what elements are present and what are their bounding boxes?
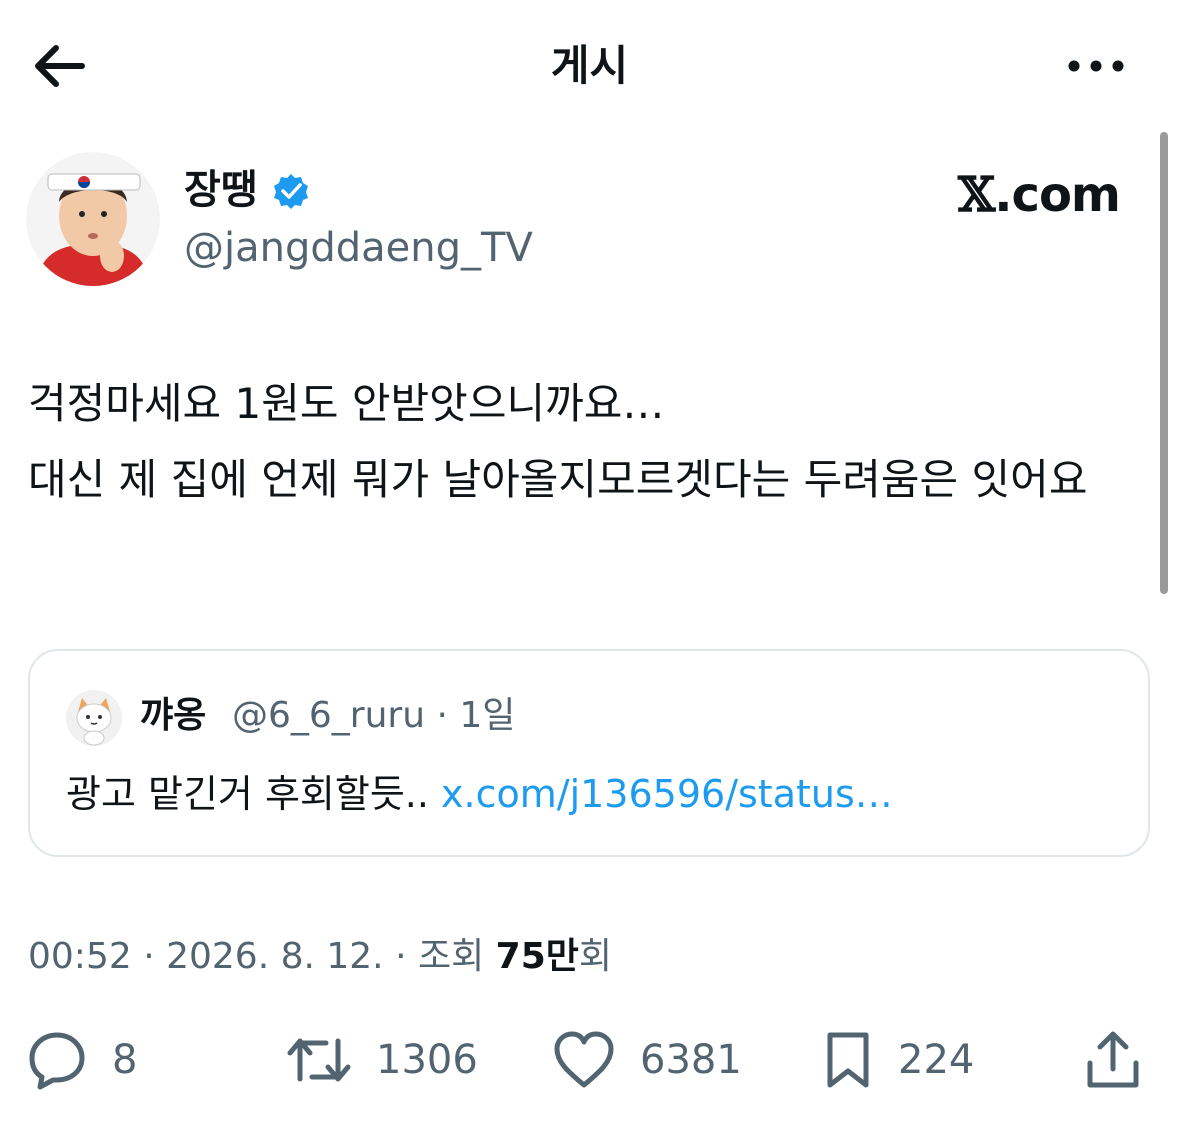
quoted-author-avatar [66, 690, 122, 746]
verified-badge-icon [272, 172, 310, 210]
tweet-text: 걱정마세요 1원도 안받앗으니까요… 대신 제 집에 언제 뭐가 날아올지모르겟… [28, 379, 1088, 504]
page-title: 게시 [550, 41, 629, 90]
heart-icon [554, 1031, 614, 1088]
x-domain: .com [994, 167, 1121, 223]
author-name[interactable]: 장땡 [184, 164, 258, 216]
view-count: 75만 [495, 936, 579, 977]
share-icon [1087, 1031, 1139, 1088]
bookmark-count: 224 [898, 1037, 975, 1083]
x-mark: 𝕏 [958, 167, 995, 223]
retweet-icon [287, 1038, 351, 1082]
tweet-timestamp[interactable]: 00:52 · 2026. 8. 12. · 조회 [28, 936, 496, 977]
bookmark-button[interactable]: 224 [822, 1028, 974, 1092]
quoted-author-handle: @6_6_ruru · 1일 [232, 695, 516, 736]
tweet-meta: 00:52 · 2026. 8. 12. · 조회 75만회 [28, 928, 612, 986]
scrollbar[interactable] [1160, 132, 1168, 594]
retweet-count: 1306 [376, 1037, 478, 1083]
quoted-author-name: 꺄옹 [140, 695, 207, 736]
retweet-button[interactable]: 1306 [286, 1028, 478, 1092]
bookmark-icon [827, 1032, 869, 1088]
reply-count: 8 [112, 1037, 138, 1083]
more-options-button[interactable] [1064, 52, 1128, 80]
like-button[interactable]: 6381 [552, 1028, 742, 1092]
quoted-tweet-card[interactable] [28, 649, 1150, 857]
view-count-suffix: 회 [578, 936, 612, 977]
share-button[interactable] [1082, 1028, 1144, 1092]
x-logo: 𝕏.com [958, 166, 1121, 224]
quoted-tweet-link[interactable]: x.com/j136596/status… [441, 772, 893, 816]
more-horizontal-icon [1068, 60, 1124, 72]
quoted-tweet-text: 광고 맡긴거 후회할듯.. x.com/j136596/status… [66, 766, 893, 822]
like-count: 6381 [640, 1037, 742, 1083]
quoted-tweet-body: 광고 맡긴거 후회할듯.. [66, 772, 442, 816]
reply-button[interactable]: 8 [26, 1028, 137, 1092]
author-handle[interactable]: @jangddaeng_TV [184, 222, 533, 274]
author-avatar[interactable] [26, 152, 160, 286]
reply-icon [29, 1032, 85, 1090]
